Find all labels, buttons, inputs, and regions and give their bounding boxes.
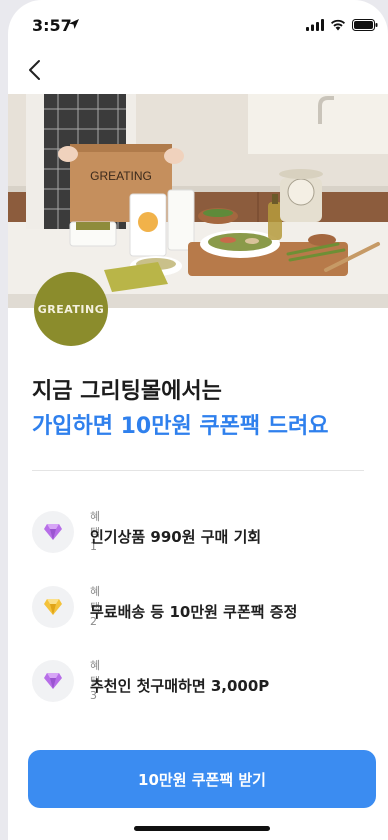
box-brand-text: GREATING	[90, 169, 152, 183]
divider	[32, 470, 364, 471]
home-indicator	[134, 826, 270, 831]
app-screen: 3:57 GREATING GREATING 지금 그리팅몰에서는 가입하면 1…	[8, 0, 388, 840]
location-arrow-icon	[69, 19, 79, 29]
headline: 지금 그리팅몰에서는 가입하면 10만원 쿠폰팩 드려요	[32, 376, 328, 446]
gold-gem-icon	[44, 599, 62, 615]
benefit-icon-container	[32, 511, 74, 553]
headline-line-1: 지금 그리팅몰에서는	[32, 379, 222, 404]
benefit-icon-container	[32, 660, 74, 702]
benefit-text: 추천인 첫구매하면 3,000P	[90, 677, 270, 695]
benefit-text: 인기상품 990원 구매 기회	[90, 528, 262, 546]
purple-gem-icon	[44, 524, 62, 540]
brand-logo: GREATING	[34, 272, 108, 346]
benefit-text: 무료배송 등 10만원 쿠폰팩 증정	[90, 603, 298, 621]
cellular-signal-icon	[306, 19, 324, 31]
benefit-icon-container	[32, 586, 74, 628]
wifi-icon	[331, 19, 345, 31]
back-button[interactable]	[22, 56, 50, 84]
headline-line-2: 가입하면 10만원 쿠폰팩 드려요	[32, 414, 329, 439]
battery-icon	[352, 19, 378, 31]
status-icons	[306, 19, 378, 31]
status-bar: 3:57	[8, 0, 388, 48]
status-time: 3:57	[32, 16, 72, 35]
get-coupon-pack-button[interactable]: 10만원 쿠폰팩 받기	[28, 750, 376, 808]
purple-gem-icon	[44, 673, 62, 689]
